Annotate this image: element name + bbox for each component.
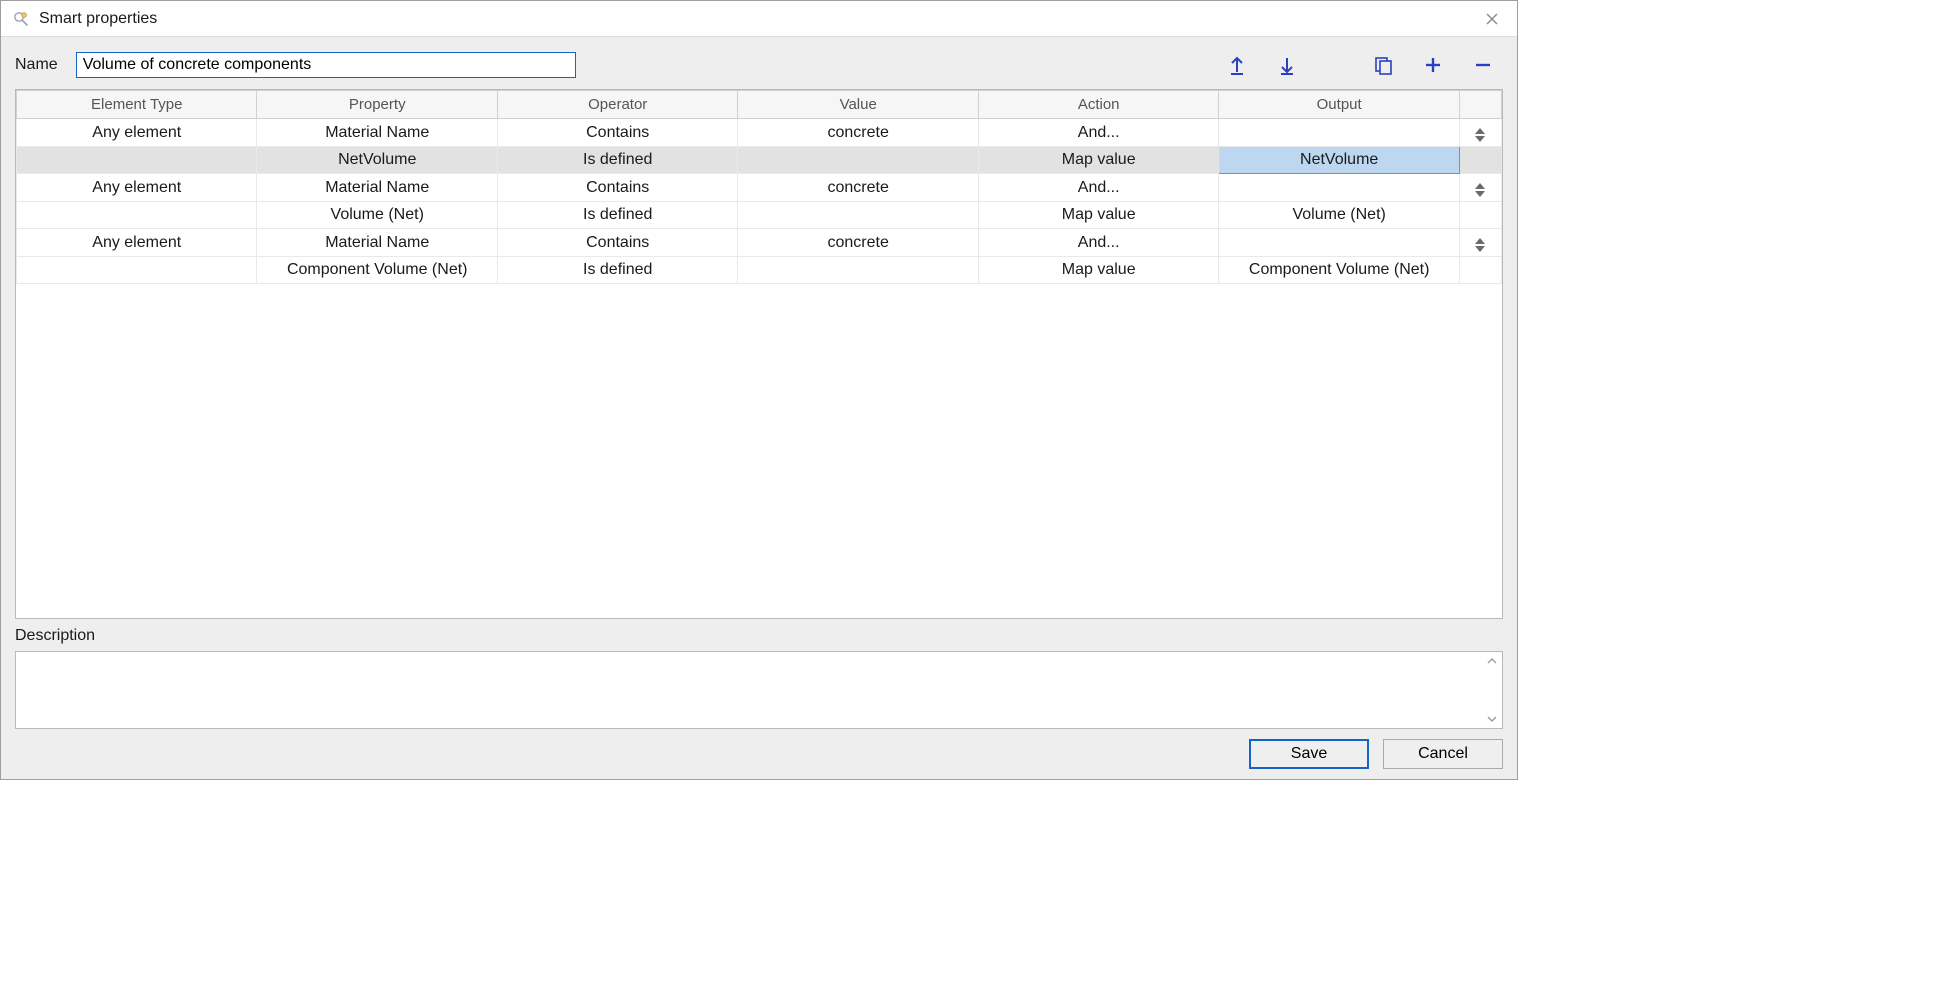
close-icon [1486, 13, 1498, 25]
cell-handle[interactable] [1459, 229, 1501, 257]
dialog-body: Name [1, 37, 1517, 779]
cell-operator[interactable]: Contains [497, 174, 737, 202]
name-input[interactable] [76, 52, 576, 78]
cell-value[interactable]: concrete [738, 229, 978, 257]
cell-value[interactable] [738, 257, 978, 284]
col-output[interactable]: Output [1219, 91, 1459, 119]
cell-handle[interactable] [1459, 174, 1501, 202]
cell-output[interactable] [1219, 229, 1459, 257]
cell-property[interactable]: NetVolume [257, 147, 497, 174]
cancel-button[interactable]: Cancel [1383, 739, 1503, 769]
cell-action[interactable]: Map value [978, 202, 1218, 229]
description-input[interactable] [16, 652, 1484, 728]
arrow-up-icon [1228, 55, 1246, 75]
cell-output[interactable]: NetVolume [1219, 147, 1459, 174]
col-element-type[interactable]: Element Type [17, 91, 257, 119]
cell-output[interactable]: Component Volume (Net) [1219, 257, 1459, 284]
add-button[interactable] [1419, 51, 1447, 79]
move-down-button[interactable] [1273, 51, 1301, 79]
plus-icon [1424, 56, 1442, 74]
chevron-down-icon [1486, 714, 1498, 724]
cell-value[interactable]: concrete [738, 174, 978, 202]
cell-output[interactable] [1219, 119, 1459, 147]
cell-operator[interactable]: Is defined [497, 257, 737, 284]
table-row[interactable]: Component Volume (Net)Is definedMap valu… [17, 257, 1502, 284]
drag-handle-icon[interactable] [1473, 127, 1487, 143]
table-row[interactable]: NetVolumeIs definedMap valueNetVolume [17, 147, 1502, 174]
copy-icon [1373, 55, 1393, 75]
cell-value[interactable] [738, 147, 978, 174]
name-row: Name [15, 51, 1503, 79]
cell-operator[interactable]: Is defined [497, 147, 737, 174]
cell-value[interactable] [738, 202, 978, 229]
col-handle [1459, 91, 1501, 119]
cell-action[interactable]: Map value [978, 147, 1218, 174]
move-up-button[interactable] [1223, 51, 1251, 79]
grid-header-row: Element Type Property Operator Value Act… [17, 91, 1502, 119]
cell-output[interactable] [1219, 174, 1459, 202]
titlebar: Smart properties [1, 1, 1517, 37]
drag-handle-icon[interactable] [1473, 237, 1487, 253]
chevron-up-icon [1486, 656, 1498, 666]
cell-action[interactable]: And... [978, 119, 1218, 147]
cell-property[interactable]: Component Volume (Net) [257, 257, 497, 284]
description-box [15, 651, 1503, 729]
cell-property[interactable]: Material Name [257, 174, 497, 202]
minus-icon [1474, 56, 1492, 74]
cell-property[interactable]: Volume (Net) [257, 202, 497, 229]
cell-action[interactable]: And... [978, 229, 1218, 257]
cell-output[interactable]: Volume (Net) [1219, 202, 1459, 229]
rules-grid: Element Type Property Operator Value Act… [15, 89, 1503, 619]
cell-property[interactable]: Material Name [257, 229, 497, 257]
cell-element-type[interactable] [17, 147, 257, 174]
col-operator[interactable]: Operator [497, 91, 737, 119]
cell-action[interactable]: Map value [978, 257, 1218, 284]
col-value[interactable]: Value [738, 91, 978, 119]
cell-element-type[interactable] [17, 257, 257, 284]
row-toolbar [1223, 51, 1503, 79]
scrollbar-stub [1486, 656, 1500, 724]
table-row[interactable]: Any elementMaterial NameContainsconcrete… [17, 119, 1502, 147]
name-label: Name [15, 56, 58, 74]
close-button[interactable] [1477, 4, 1507, 34]
duplicate-button[interactable] [1369, 51, 1397, 79]
cell-handle[interactable] [1459, 119, 1501, 147]
app-icon [11, 9, 31, 29]
window-title: Smart properties [39, 10, 1477, 28]
cell-handle [1459, 202, 1501, 229]
cell-handle [1459, 257, 1501, 284]
smart-properties-dialog: Smart properties Name [0, 0, 1518, 780]
col-property[interactable]: Property [257, 91, 497, 119]
cell-element-type[interactable] [17, 202, 257, 229]
cell-operator[interactable]: Is defined [497, 202, 737, 229]
cell-action[interactable]: And... [978, 174, 1218, 202]
cell-value[interactable]: concrete [738, 119, 978, 147]
cell-operator[interactable]: Contains [497, 119, 737, 147]
save-button[interactable]: Save [1249, 739, 1369, 769]
drag-handle-icon[interactable] [1473, 182, 1487, 198]
col-action[interactable]: Action [978, 91, 1218, 119]
cell-handle [1459, 147, 1501, 174]
table-row[interactable]: Any elementMaterial NameContainsconcrete… [17, 229, 1502, 257]
table-row[interactable]: Any elementMaterial NameContainsconcrete… [17, 174, 1502, 202]
cell-element-type[interactable]: Any element [17, 119, 257, 147]
table-row[interactable]: Volume (Net)Is definedMap valueVolume (N… [17, 202, 1502, 229]
cell-element-type[interactable]: Any element [17, 174, 257, 202]
description-label: Description [15, 627, 1503, 645]
remove-button[interactable] [1469, 51, 1497, 79]
dialog-footer: Save Cancel [15, 735, 1503, 773]
arrow-down-icon [1278, 55, 1296, 75]
cell-property[interactable]: Material Name [257, 119, 497, 147]
cell-operator[interactable]: Contains [497, 229, 737, 257]
cell-element-type[interactable]: Any element [17, 229, 257, 257]
